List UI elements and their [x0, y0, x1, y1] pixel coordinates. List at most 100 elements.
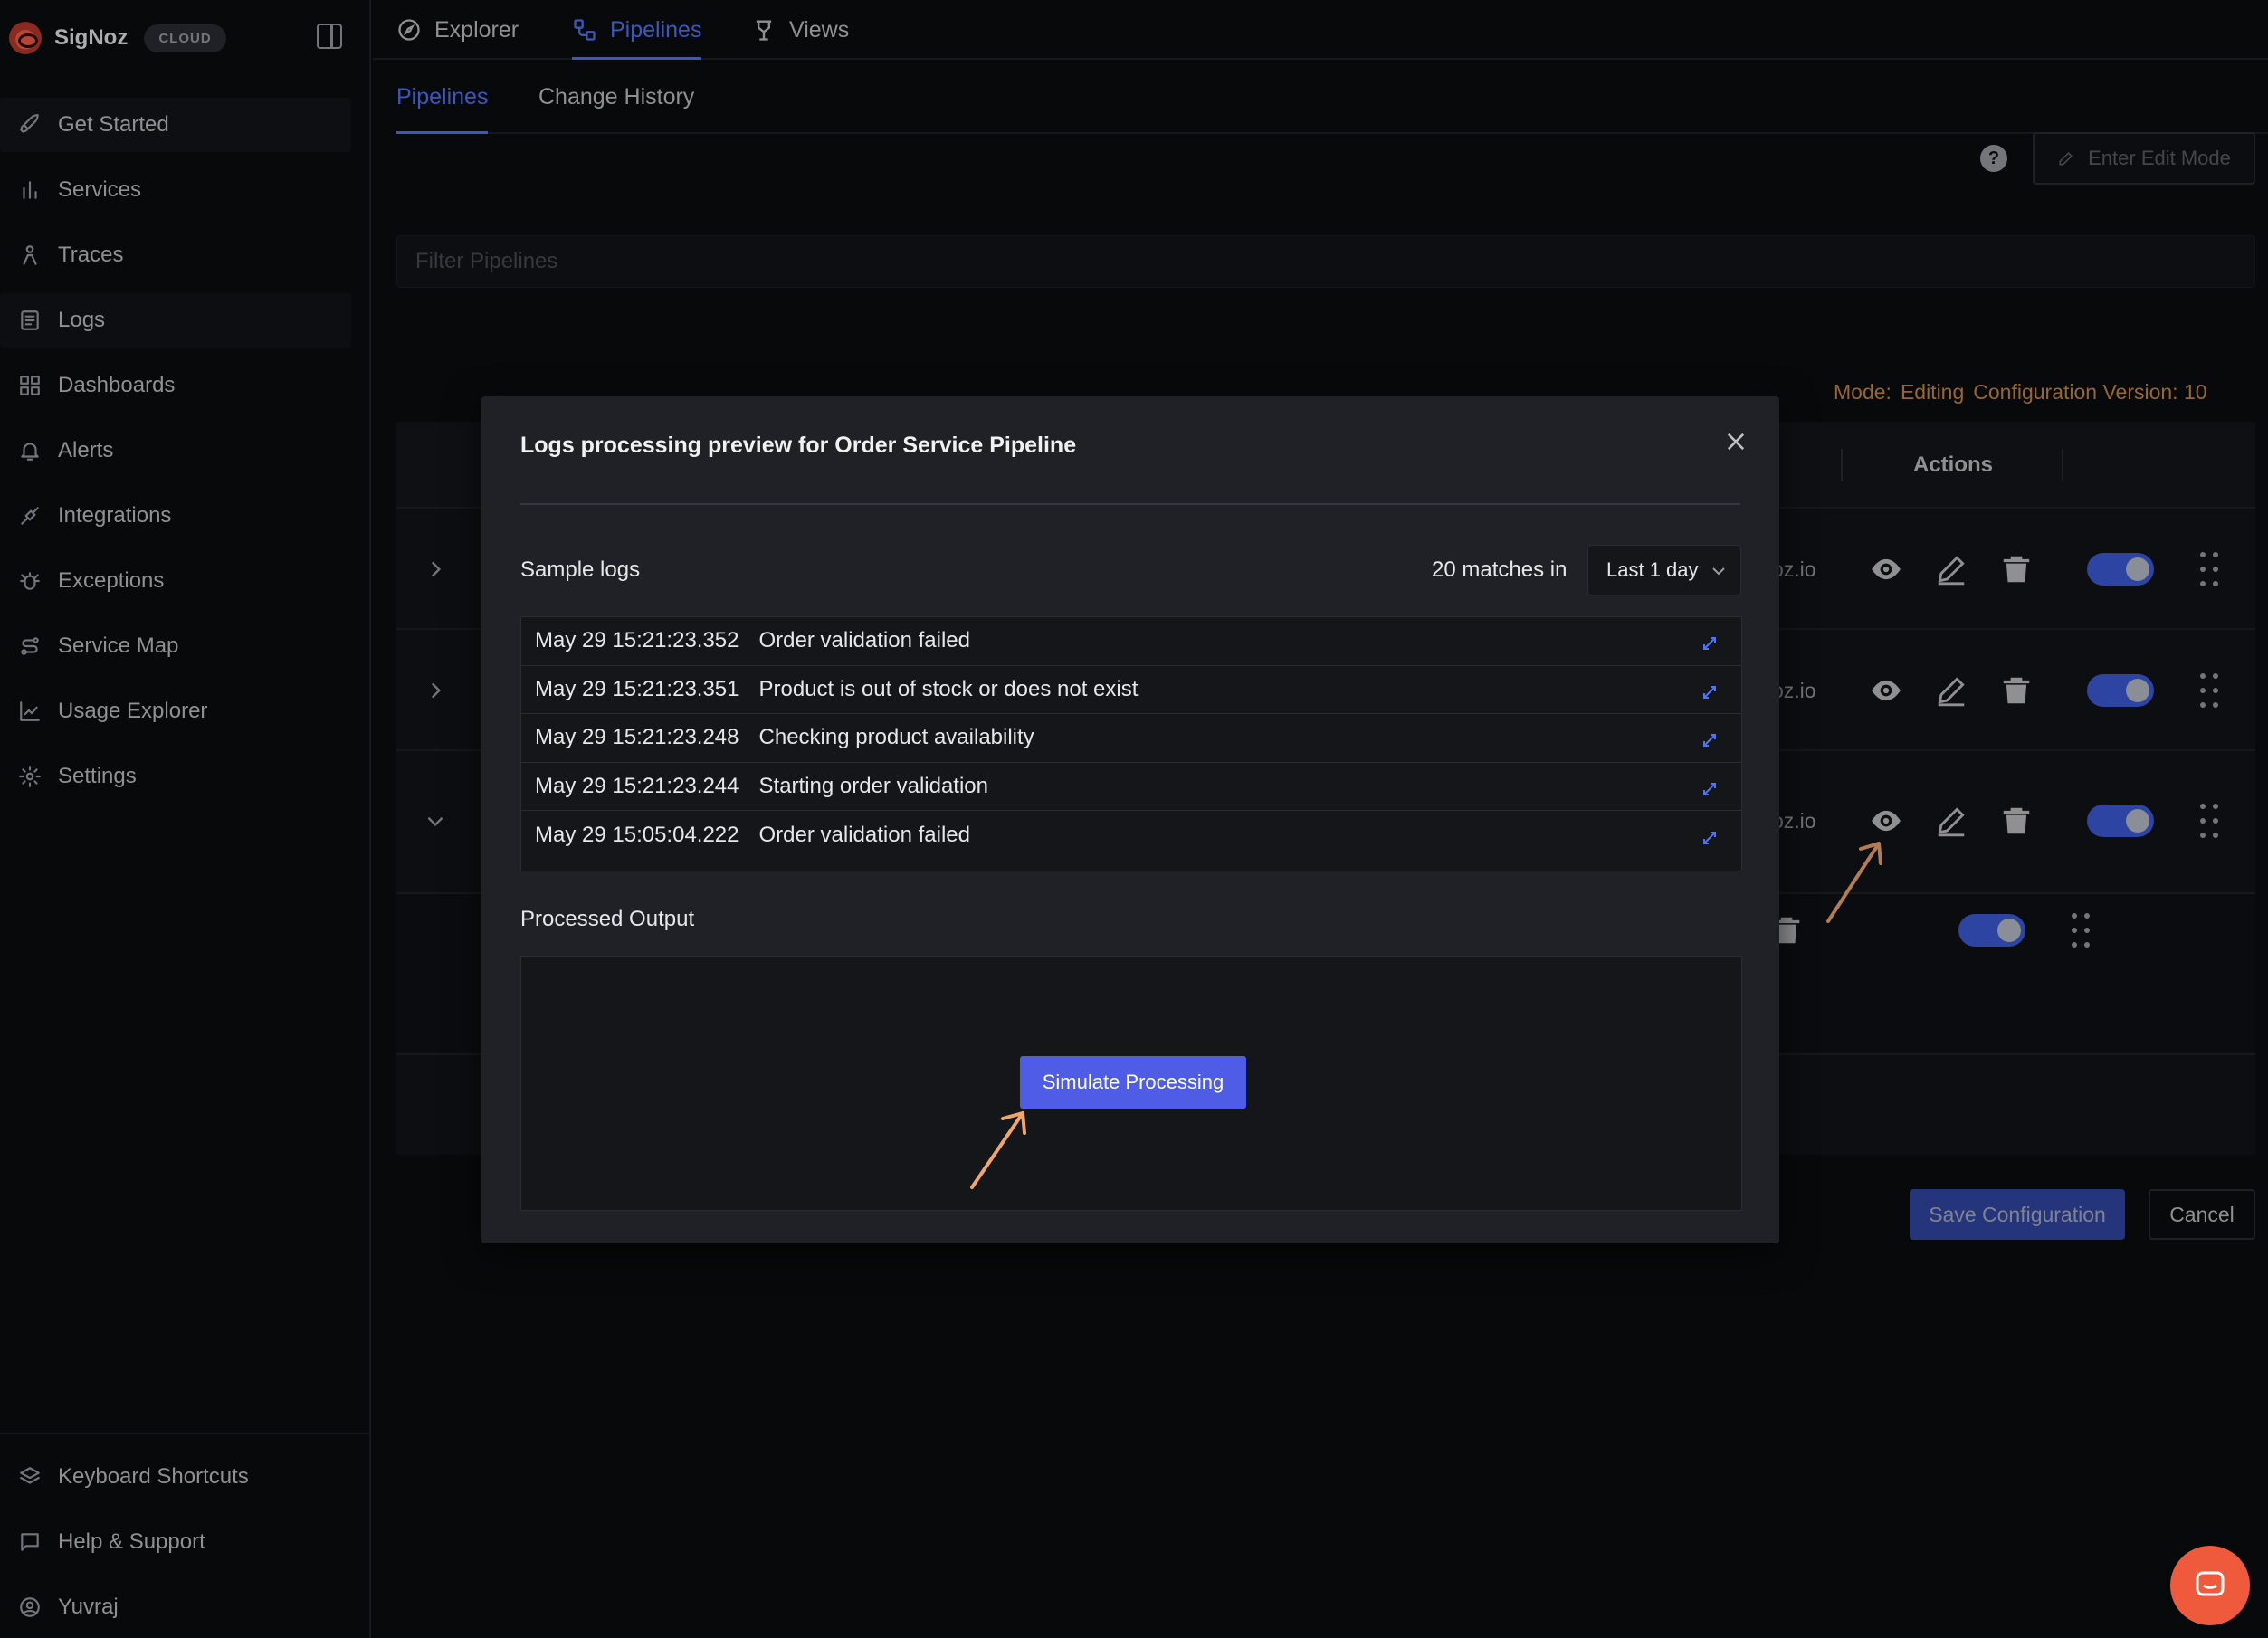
brand[interactable]: SigNoz CLOUD	[9, 20, 226, 56]
tab-label: Pipelines	[610, 16, 702, 43]
simulate-processing-button[interactable]: Simulate Processing	[1020, 1056, 1246, 1109]
sidebar-item-label: Services	[58, 177, 142, 202]
expand-icon[interactable]	[1701, 681, 1718, 699]
user-circle-icon	[18, 1595, 42, 1619]
sidebar-item-alerts[interactable]: Alerts	[0, 424, 351, 478]
log-message: Checking product availability	[758, 725, 1034, 750]
sidebar-item-label: Service Map	[58, 633, 179, 658]
help-icon[interactable]: ?	[1980, 145, 2007, 172]
sidebar-item-label: Usage Explorer	[58, 699, 208, 723]
chat-support-icon[interactable]	[2170, 1546, 2250, 1625]
subtab-pipelines[interactable]: Pipelines	[396, 60, 489, 134]
log-message: Starting order validation	[758, 774, 988, 799]
log-timestamp: May 29 15:21:23.352	[535, 628, 739, 653]
column-separator	[2062, 449, 2063, 481]
enter-edit-mode-button[interactable]: Enter Edit Mode	[2033, 132, 2255, 185]
log-row[interactable]: May 29 15:05:04.222 Order validation fai…	[521, 811, 1741, 860]
mode-value: Editing	[1900, 380, 1965, 404]
log-row[interactable]: May 29 15:21:23.351 Product is out of st…	[521, 666, 1741, 715]
tab-views[interactable]: Views	[751, 0, 849, 60]
trash-icon[interactable]	[1998, 672, 2035, 709]
sub-tabs: Pipelines Change History	[396, 60, 2268, 134]
trash-icon[interactable]	[1998, 803, 2035, 839]
column-separator	[1841, 449, 1843, 481]
config-version: Configuration Version: 10	[1973, 380, 2207, 404]
processed-output-label: Processed Output	[520, 907, 695, 931]
chevron-right-icon[interactable]	[424, 679, 447, 702]
chevron-down-icon	[1712, 567, 1725, 576]
sidebar: SigNoz CLOUD Get Started Services Traces…	[0, 0, 371, 1638]
sidebar-item-services[interactable]: Services	[0, 163, 351, 217]
log-timestamp: May 29 15:21:23.351	[535, 676, 739, 701]
subtab-change-history[interactable]: Change History	[538, 60, 694, 134]
sidebar-item-keyboard-shortcuts[interactable]: Keyboard Shortcuts	[0, 1450, 351, 1504]
enter-edit-mode-label: Enter Edit Mode	[2088, 147, 2231, 169]
sidebar-item-label: Alerts	[58, 438, 114, 462]
processor-enable-toggle[interactable]	[1958, 914, 2025, 947]
eye-icon[interactable]	[1868, 803, 1904, 839]
log-row[interactable]: May 29 15:21:23.248 Checking product ava…	[521, 714, 1741, 763]
sidebar-item-help-support[interactable]: Help & Support	[0, 1515, 351, 1569]
enable-toggle[interactable]	[2087, 805, 2154, 837]
edit-pencil-icon[interactable]	[1933, 551, 1969, 587]
bug-icon	[18, 569, 42, 593]
sidebar-item-settings[interactable]: Settings	[0, 749, 351, 804]
expand-icon[interactable]	[1701, 633, 1718, 651]
log-timestamp: May 29 15:05:04.222	[535, 823, 739, 848]
logs-icon	[18, 309, 42, 332]
eye-icon[interactable]	[1868, 672, 1904, 709]
tab-explorer[interactable]: Explorer	[396, 0, 519, 60]
trash-icon[interactable]	[1998, 551, 2035, 587]
signoz-logo-icon	[9, 22, 42, 54]
sidebar-item-label: Traces	[58, 243, 124, 267]
workflow-icon	[574, 19, 596, 41]
filter-pipelines-input[interactable]	[396, 235, 2255, 288]
bar-chart-icon	[18, 178, 42, 202]
sidebar-item-logs[interactable]: Logs	[0, 293, 351, 348]
expand-icon[interactable]	[1701, 778, 1718, 796]
chevron-right-icon[interactable]	[424, 557, 447, 581]
sidebar-item-usage-explorer[interactable]: Usage Explorer	[0, 684, 351, 738]
eye-icon[interactable]	[1868, 551, 1904, 587]
drag-handle-icon[interactable]	[2196, 671, 2223, 710]
sample-logs-list: May 29 15:21:23.352 Order validation fai…	[520, 616, 1742, 871]
edit-pencil-icon[interactable]	[1933, 803, 1969, 839]
enable-toggle[interactable]	[2087, 553, 2154, 586]
log-row[interactable]: May 29 15:21:23.352 Order validation fai…	[521, 617, 1741, 666]
save-configuration-button[interactable]: Save Configuration	[1910, 1189, 2125, 1240]
time-range-select[interactable]: Last 1 day	[1587, 545, 1741, 595]
cancel-button[interactable]: Cancel	[2149, 1189, 2255, 1240]
mode-indicator: Mode: Editing Configuration Version: 10	[1834, 380, 2216, 405]
edit-pencil-icon[interactable]	[1933, 672, 1969, 709]
tab-pipelines[interactable]: Pipelines	[572, 0, 702, 60]
sidebar-item-exceptions[interactable]: Exceptions	[0, 554, 351, 608]
log-timestamp: May 29 15:21:23.244	[535, 774, 739, 799]
plug-icon	[18, 504, 42, 528]
sample-logs-label: Sample logs	[520, 557, 641, 582]
drag-handle-icon[interactable]	[2196, 801, 2223, 841]
sidebar-item-label: Help & Support	[58, 1529, 205, 1554]
sidebar-item-integrations[interactable]: Integrations	[0, 489, 351, 543]
sidebar-item-dashboards[interactable]: Dashboards	[0, 358, 351, 413]
sidebar-item-get-started[interactable]: Get Started	[0, 98, 351, 152]
modal-divider	[520, 503, 1740, 505]
drag-handle-icon[interactable]	[2196, 549, 2223, 589]
actions-header: Actions	[1913, 452, 1994, 477]
matches-count: 20 matches in	[1432, 557, 1568, 582]
compass-icon	[398, 19, 420, 41]
enable-toggle[interactable]	[2087, 674, 2154, 707]
log-row[interactable]: May 29 15:21:23.244 Starting order valid…	[521, 763, 1741, 812]
sidebar-collapse-icon[interactable]	[317, 24, 342, 49]
sidebar-item-user[interactable]: Yuvraj	[0, 1580, 351, 1634]
close-icon[interactable]	[1723, 429, 1749, 454]
drag-handle-icon[interactable]	[2067, 910, 2094, 950]
expand-icon[interactable]	[1701, 827, 1718, 845]
sidebar-item-label: Get Started	[58, 112, 169, 137]
sidebar-item-traces[interactable]: Traces	[0, 228, 351, 282]
chevron-down-icon[interactable]	[424, 809, 447, 833]
annotation-arrow	[959, 1102, 1032, 1197]
log-message: Order validation failed	[758, 628, 970, 653]
sidebar-divider	[0, 1433, 371, 1434]
sidebar-item-service-map[interactable]: Service Map	[0, 619, 351, 673]
expand-icon[interactable]	[1701, 729, 1718, 748]
